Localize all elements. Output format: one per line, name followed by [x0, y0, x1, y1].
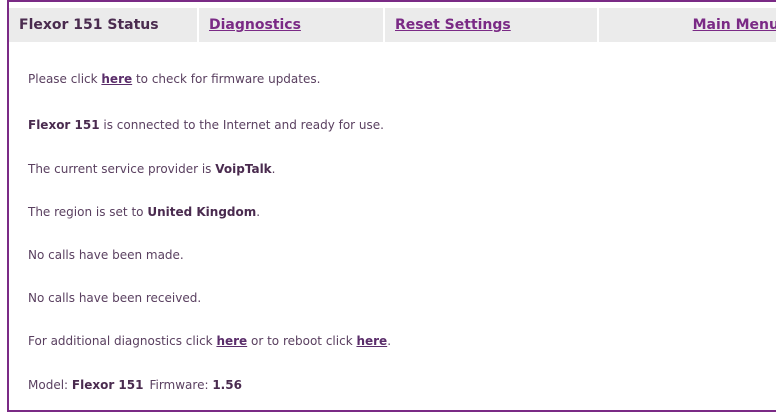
status-title-label: Flexor 151 Status	[19, 17, 159, 33]
calls-received-line: No calls have been received.	[28, 291, 202, 305]
region-value: United Kingdom	[147, 205, 257, 219]
nav-diagnostics: Diagnostics	[199, 8, 385, 42]
firmware-check-line: Please click here to check for firmware …	[28, 72, 321, 86]
nav-reset-settings: Reset Settings	[385, 8, 599, 42]
additional-diagnostics-link[interactable]: here	[216, 334, 247, 348]
reboot-link[interactable]: here	[356, 334, 387, 348]
top-border	[7, 0, 776, 2]
nav-main-menu: Main Menu	[599, 8, 776, 42]
diagnostics-link[interactable]: Diagnostics	[209, 17, 301, 33]
diagnostics-reboot-line: For additional diagnostics click here or…	[28, 334, 392, 348]
nav-bar: Flexor 151 Status Diagnostics Reset Sett…	[9, 8, 776, 42]
calls-made-line: No calls have been made.	[28, 248, 184, 262]
firmware-version: 1.56	[212, 378, 242, 392]
service-provider-line: The current service provider is VoipTalk…	[28, 162, 276, 176]
model-firmware-line: Model: Flexor 151 Firmware: 1.56	[28, 378, 242, 392]
region-line: The region is set to United Kingdom.	[28, 205, 261, 219]
connection-status-line: Flexor 151 is connected to the Internet …	[28, 118, 384, 132]
model-value: Flexor 151	[71, 378, 144, 392]
main-menu-link[interactable]: Main Menu	[693, 17, 776, 33]
reset-settings-link[interactable]: Reset Settings	[395, 17, 511, 33]
firmware-check-link[interactable]: here	[101, 72, 132, 86]
service-provider-value: VoipTalk	[215, 162, 272, 176]
nav-status-title: Flexor 151 Status	[9, 8, 199, 42]
device-name: Flexor 151	[28, 118, 100, 132]
